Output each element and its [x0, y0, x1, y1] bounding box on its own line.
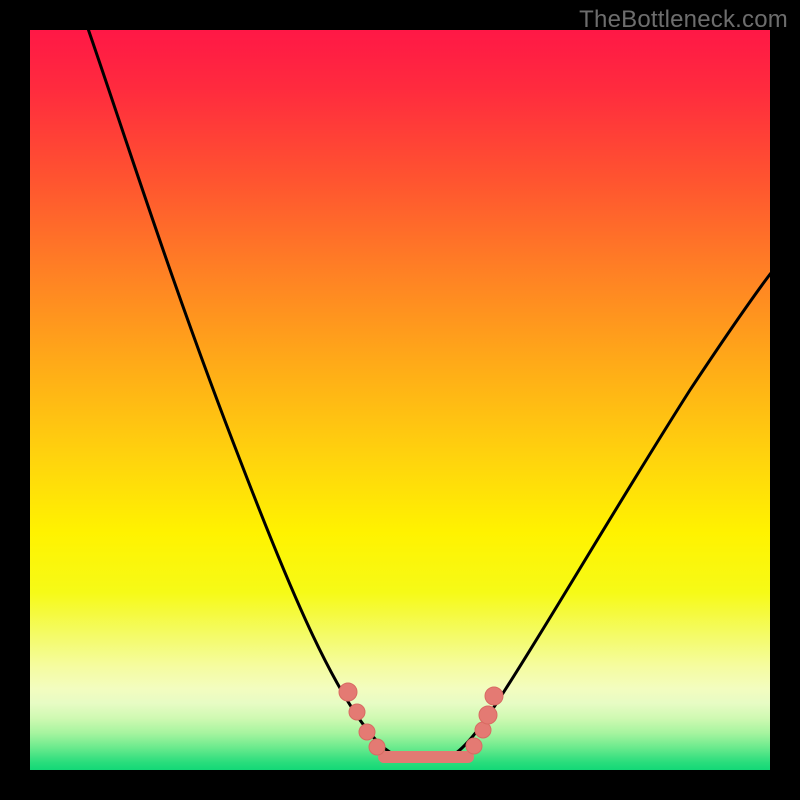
plot-area — [30, 30, 770, 770]
bottleneck-curve — [30, 30, 770, 770]
curve-left-branch — [85, 30, 405, 758]
curve-right-branch — [448, 268, 770, 758]
outer-frame: TheBottleneck.com — [0, 0, 800, 800]
curve-markers — [339, 683, 503, 755]
